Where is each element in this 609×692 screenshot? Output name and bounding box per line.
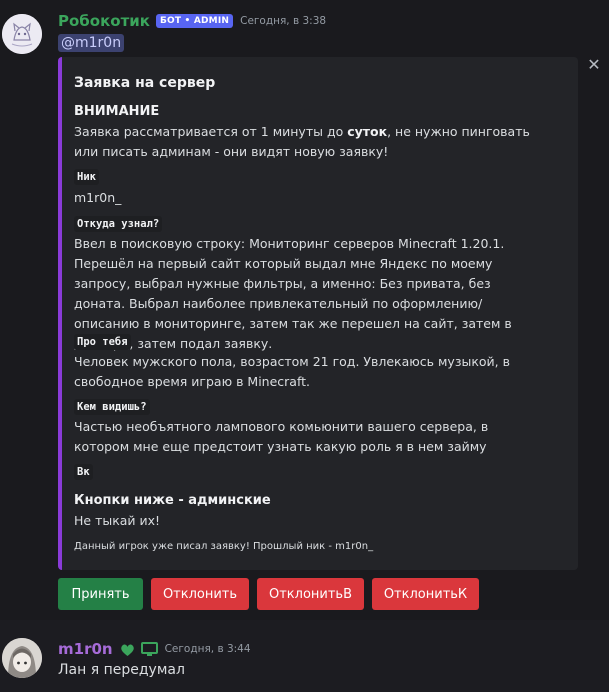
- accept-button[interactable]: Принять: [58, 578, 143, 610]
- field-value-about: Человек мужского пола, возрастом 21 год.…: [74, 354, 510, 389]
- user-mention[interactable]: @m1r0n: [58, 34, 125, 52]
- field-value-source: Ввел в поисковую строку: Мониторинг серв…: [74, 236, 512, 351]
- reject-button[interactable]: Отклонить: [151, 578, 249, 610]
- field-name-about: Про тебя: [74, 334, 131, 350]
- timestamp[interactable]: Сегодня, в 3:44: [165, 643, 251, 655]
- timestamp[interactable]: Сегодня, в 3:38: [240, 15, 326, 27]
- bot-message: Робокотик БОТ • ADMIN Сегодня, в 3:38 @m…: [0, 0, 609, 620]
- username[interactable]: Робокотик: [58, 12, 150, 30]
- message-text: Лан я передумал: [58, 662, 185, 678]
- reject-v-button[interactable]: ОтклонитьВ: [257, 578, 364, 610]
- user-message: m1r0n Сегодня, в 3:44 Лан я передумал: [0, 620, 609, 692]
- embed-title: Заявка на сервер: [74, 75, 216, 91]
- cat-avatar-icon: [2, 14, 42, 54]
- message-header: m1r0n Сегодня, в 3:44: [58, 640, 251, 658]
- warning-text: Заявка рассматривается от 1 минуты до су…: [74, 124, 530, 159]
- anime-avatar-icon: [2, 638, 42, 678]
- field-value-nick: m1r0n_: [74, 190, 122, 205]
- field-name-vk: Вк: [74, 464, 93, 480]
- username[interactable]: m1r0n: [58, 640, 113, 658]
- leaf-badge-icon[interactable]: [119, 641, 136, 658]
- bot-avatar[interactable]: [2, 14, 42, 54]
- desktop-icon: [140, 641, 158, 657]
- bot-tag: БОТ • ADMIN: [155, 14, 234, 28]
- admin-text: Не тыкай их!: [74, 513, 161, 528]
- close-icon[interactable]: ✕: [586, 57, 602, 73]
- application-embed: ✕ Заявка на сервер ВНИМАНИЕ Заявка рассм…: [58, 57, 601, 570]
- user-avatar[interactable]: [2, 638, 42, 678]
- warning-heading: ВНИМАНИЕ: [74, 104, 160, 119]
- field-value-role: Частью необъятного лампового комьюнити в…: [74, 419, 489, 454]
- embed-footer: Данный игрок уже писал заявку! Прошлый н…: [74, 541, 374, 552]
- reject-k-button[interactable]: ОтклонитьК: [372, 578, 479, 610]
- message-header: Робокотик БОТ • ADMIN Сегодня, в 3:38: [58, 12, 326, 30]
- field-name-nick: Ник: [74, 169, 99, 185]
- field-name-source: Откуда узнал?: [74, 216, 163, 232]
- admin-heading: Кнопки ниже - админские: [74, 493, 271, 508]
- field-name-role: Кем видишь?: [74, 399, 150, 415]
